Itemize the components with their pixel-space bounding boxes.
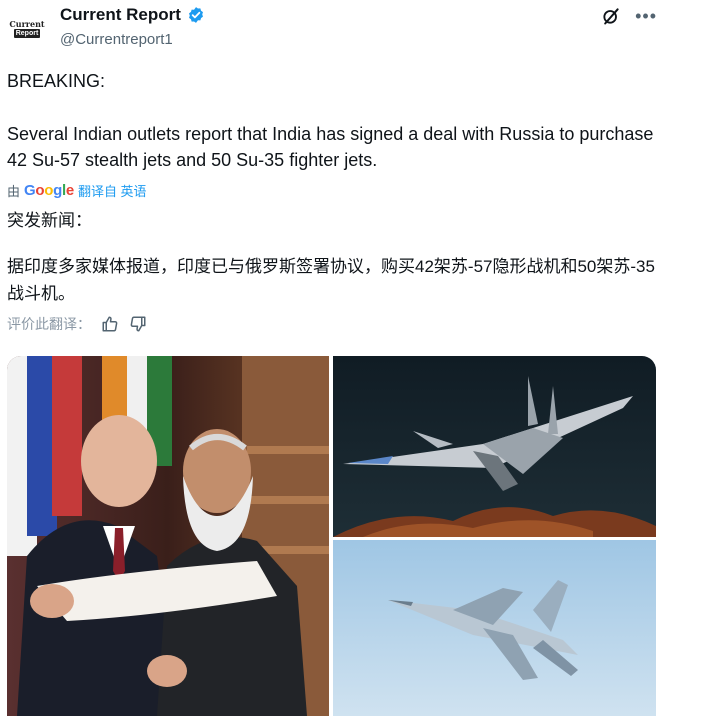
avatar-logo-bottom: Report: [13, 29, 41, 38]
rate-translation-row: 评价此翻译：: [7, 314, 147, 334]
author-name[interactable]: Current Report: [60, 5, 181, 25]
author-handle[interactable]: @Currentreport1: [60, 31, 173, 48]
avatar-logo-top: Current: [9, 19, 45, 29]
verified-badge-icon: [187, 6, 205, 24]
rate-translation-label: 评价此翻译：: [7, 316, 91, 332]
thumbs-down-icon[interactable]: [129, 315, 147, 333]
media-photo-su57[interactable]: [333, 356, 656, 537]
grok-icon[interactable]: [601, 6, 621, 26]
google-logo: Google: [24, 182, 74, 199]
more-options-icon[interactable]: •••: [635, 7, 657, 25]
translated-body: 据印度多家媒体报道，印度已与俄罗斯签署协议，购买42架苏-57隐形战机和50架苏…: [7, 257, 655, 303]
avatar[interactable]: Current Report: [8, 14, 46, 44]
translated-breaking-label: 突发新闻：: [7, 211, 92, 230]
translated-from-link[interactable]: 翻译自 英语: [78, 181, 147, 200]
tweet-breaking-label: BREAKING:: [7, 71, 106, 91]
thumbs-up-icon[interactable]: [101, 315, 119, 333]
tweet-header: Current Report Current Report @Currentre…: [0, 0, 703, 60]
header-actions: •••: [601, 6, 657, 26]
media-photo-leaders-embrace[interactable]: [7, 356, 329, 716]
translated-by-label: 由: [7, 184, 21, 199]
translation-attribution: 由 Google 翻译自 英语: [7, 181, 147, 200]
tweet-body: Several Indian outlets report that India…: [7, 124, 654, 170]
media-photo-su35[interactable]: [333, 540, 656, 716]
tweet-media-grid: [7, 356, 656, 716]
author-name-row: Current Report: [60, 5, 205, 25]
